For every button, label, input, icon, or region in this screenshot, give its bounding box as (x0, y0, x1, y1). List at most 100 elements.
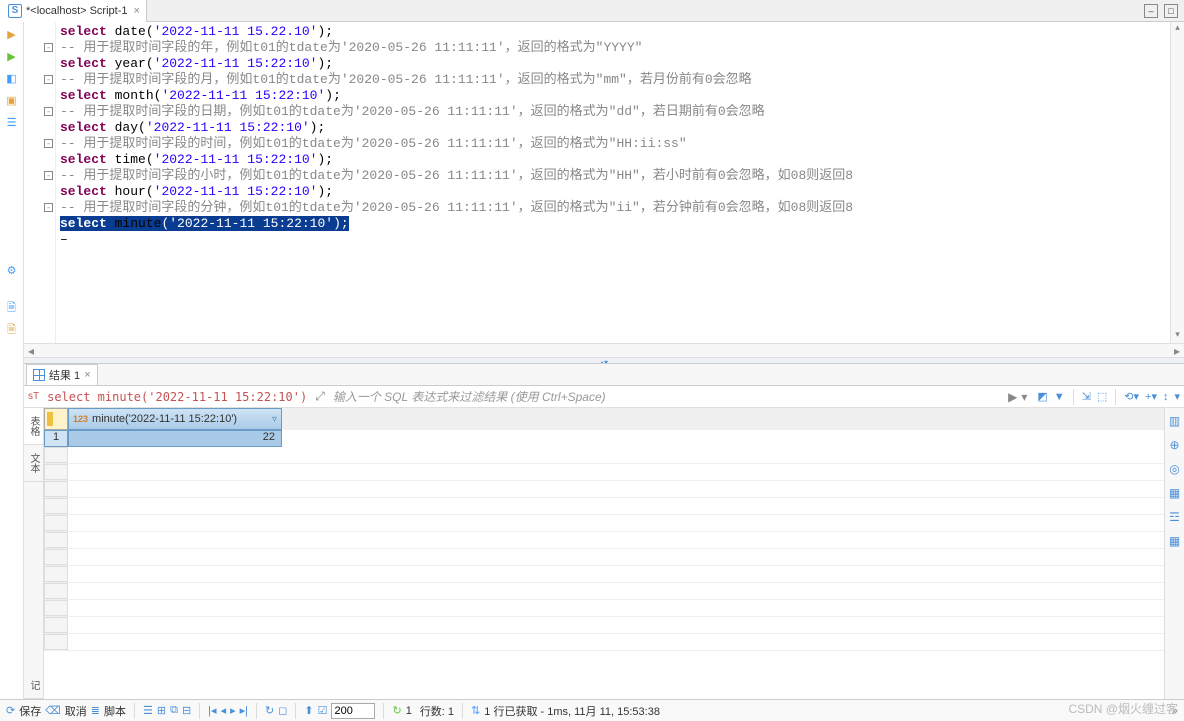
code-line[interactable]: select date('2022-11-11 15.22.10'); (60, 24, 1170, 40)
panel-add-icon[interactable]: +▾ (1145, 390, 1157, 403)
minimize-icon[interactable]: – (1144, 4, 1158, 18)
panel-chart-icon[interactable]: ⬚ (1097, 390, 1107, 403)
export-icon[interactable]: 🗎 (4, 322, 20, 338)
grid-corner[interactable] (44, 408, 68, 430)
panel-export-icon[interactable]: ⇲ (1082, 390, 1091, 403)
del-row-icon[interactable]: ⊟ (182, 704, 191, 717)
code-line[interactable]: select day('2022-11-11 15:22:10'); (60, 120, 1170, 136)
number-type-icon: 123 (73, 414, 88, 424)
results-tab-label: 结果 1 (49, 367, 80, 383)
code-line[interactable]: select month('2022-11-11 15:22:10'); (60, 88, 1170, 104)
editor-tab[interactable]: S *<localhost> Script-1 × (0, 0, 147, 22)
view-text[interactable]: 文本 (24, 445, 43, 482)
code-line[interactable]: -- 用于提取时间字段的日期，例如t01的tdate为'2020-05-26 1… (60, 104, 1170, 120)
checkbox-icon[interactable]: ☑ (318, 704, 328, 717)
panel-config-icon[interactable]: ◩ (1037, 390, 1047, 403)
editor-gutter: - - - - - - (24, 22, 56, 343)
nav-menu-icon[interactable]: ▾ (1021, 390, 1027, 404)
table-cell[interactable]: 22 (68, 430, 282, 447)
nav-prev-icon[interactable]: ▶ (1008, 390, 1017, 404)
fold-icon[interactable]: - (44, 171, 53, 180)
status-cancel[interactable]: 取消 (65, 703, 87, 719)
results-grid[interactable]: 123 minute('2022-11-11 15:22:10') ▿ 122 (44, 408, 1164, 699)
code-editor[interactable]: select date('2022-11-11 15.22.10');-- 用于… (56, 22, 1170, 343)
view-grid[interactable]: 表格 (24, 408, 43, 445)
gear-icon[interactable]: ⚙ (4, 262, 20, 278)
overflow-icon[interactable]: » (1172, 705, 1178, 717)
fold-icon[interactable]: - (44, 75, 53, 84)
calendar-icon[interactable]: ▦ (1169, 486, 1180, 500)
first-page-icon[interactable]: |◂ (208, 704, 216, 717)
code-line[interactable]: -- 用于提取时间字段的月，例如t01的tdate为'2020-05-26 11… (60, 72, 1170, 88)
maximize-icon[interactable]: □ (1164, 4, 1178, 18)
row-number (44, 566, 68, 582)
edit-row-icon[interactable]: ☰ (143, 704, 153, 717)
row-number (44, 634, 68, 650)
editor-left-toolbar: ▶ ▶ ◧ ▣ ☰ ⚙ 🗎 🗎 (0, 22, 24, 699)
close-icon[interactable]: × (132, 5, 142, 17)
panel-more-icon[interactable]: ▾ (1174, 390, 1180, 403)
status-save[interactable]: 保存 (19, 703, 41, 719)
layers-icon[interactable]: ☲ (1169, 510, 1180, 524)
refresh-icon[interactable]: ↻ (392, 704, 401, 717)
stop-icon[interactable]: ◻ (278, 704, 287, 717)
add-row-icon[interactable]: ⊞ (157, 704, 166, 717)
save-icon[interactable]: ⟳ (6, 704, 15, 717)
tiles-icon[interactable]: ▦ (1169, 534, 1180, 548)
fold-icon[interactable]: - (44, 43, 53, 52)
status-fetched: 1 行已获取 - 1ms, 11月 11, 15:53:38 (484, 703, 660, 719)
fold-icon[interactable]: - (44, 139, 53, 148)
code-line[interactable]: select year('2022-11-11 15:22:10'); (60, 56, 1170, 72)
results-filter-input[interactable]: 输入一个 SQL 表达式来过滤结果 (使用 Ctrl+Space) (329, 388, 1004, 405)
status-script[interactable]: 脚本 (104, 703, 126, 719)
code-line[interactable]: select time('2022-11-11 15:22:10'); (60, 152, 1170, 168)
rotate-icon[interactable]: ↻ (265, 704, 274, 717)
column-header[interactable]: 123 minute('2022-11-11 15:22:10') ▿ (68, 408, 282, 430)
last-page-icon[interactable]: ▸| (240, 704, 248, 717)
row-number (44, 481, 68, 497)
run-script-icon[interactable]: ▶ (4, 48, 20, 64)
transaction-icon[interactable]: ▣ (4, 92, 20, 108)
explain-icon[interactable]: ◧ (4, 70, 20, 86)
sql-badge-icon: sT (28, 391, 39, 402)
dup-row-icon[interactable]: ⧉ (170, 704, 178, 717)
fold-icon[interactable]: - (44, 203, 53, 212)
target-icon[interactable]: ◎ (1169, 462, 1179, 476)
results-right-toolbar: ▥ ⊕ ◎ ▦ ☲ ▦ (1164, 408, 1184, 699)
code-line[interactable]: -- 用于提取时间字段的小时，例如t01的tdate为'2020-05-26 1… (60, 168, 1170, 184)
panels-icon[interactable]: ▥ (1169, 414, 1180, 428)
column-filter-icon[interactable]: ▿ (272, 414, 277, 425)
prev-page-icon[interactable]: ◂ (221, 704, 227, 717)
code-line[interactable]: select hour('2022-11-11 15:22:10'); (60, 184, 1170, 200)
page-size-input[interactable] (331, 703, 375, 719)
panel-filter-icon[interactable]: ▼ (1054, 391, 1065, 403)
globe-icon[interactable]: ⊕ (1169, 438, 1179, 452)
close-icon[interactable]: × (84, 369, 90, 381)
next-page-icon[interactable]: ▸ (230, 704, 236, 717)
cancel-icon[interactable]: ⌫ (45, 704, 61, 717)
row-number[interactable]: 1 (44, 430, 68, 447)
save-file-icon[interactable]: 🗎 (4, 300, 20, 316)
export-up-icon[interactable]: ⬆ (304, 704, 313, 717)
script-icon[interactable]: ≣ (91, 704, 100, 717)
editor-tab-title: *<localhost> Script-1 (26, 5, 128, 17)
code-line[interactable]: -- 用于提取时间字段的时间，例如t01的tdate为'2020-05-26 1… (60, 136, 1170, 152)
code-line[interactable]: -- 用于提取时间字段的分钟，例如t01的tdate为'2020-05-26 1… (60, 200, 1170, 216)
window-controls: – □ (1144, 4, 1184, 18)
code-line[interactable]: select minute('2022-11-11 15:22:10'); (60, 216, 1170, 232)
horizontal-scrollbar[interactable]: ◂▸ (24, 343, 1184, 357)
view-record[interactable]: 记 (24, 672, 43, 699)
vertical-scrollbar[interactable]: ▴ ▾ (1170, 22, 1184, 343)
run-icon[interactable]: ▶ (4, 26, 20, 42)
row-number (44, 617, 68, 633)
row-number (44, 583, 68, 599)
results-toolbar: sT select minute('2022-11-11 15:22:10') … (24, 386, 1184, 408)
row-number (44, 464, 68, 480)
panel-refresh-icon[interactable]: ⟲▾ (1124, 390, 1139, 403)
results-tab[interactable]: 结果 1 × (26, 364, 98, 385)
fold-icon[interactable]: - (44, 107, 53, 116)
commit-icon[interactable]: ☰ (4, 114, 20, 130)
panel-sort-icon[interactable]: ↕ (1163, 391, 1169, 403)
expand-icon[interactable]: ⤢ (315, 389, 325, 404)
code-line[interactable]: -- 用于提取时间字段的年，例如t01的tdate为'2020-05-26 11… (60, 40, 1170, 56)
